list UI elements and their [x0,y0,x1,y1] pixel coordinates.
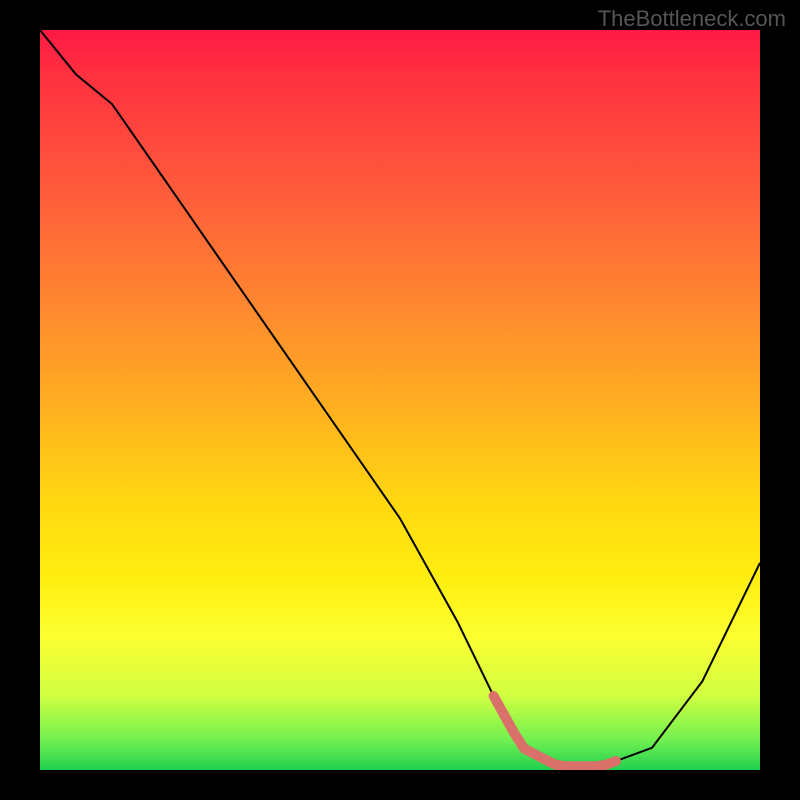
bottleneck-curve [40,30,760,770]
chart-container: TheBottleneck.com [0,0,800,800]
plot-area [40,30,760,770]
watermark-text: TheBottleneck.com [598,6,786,32]
